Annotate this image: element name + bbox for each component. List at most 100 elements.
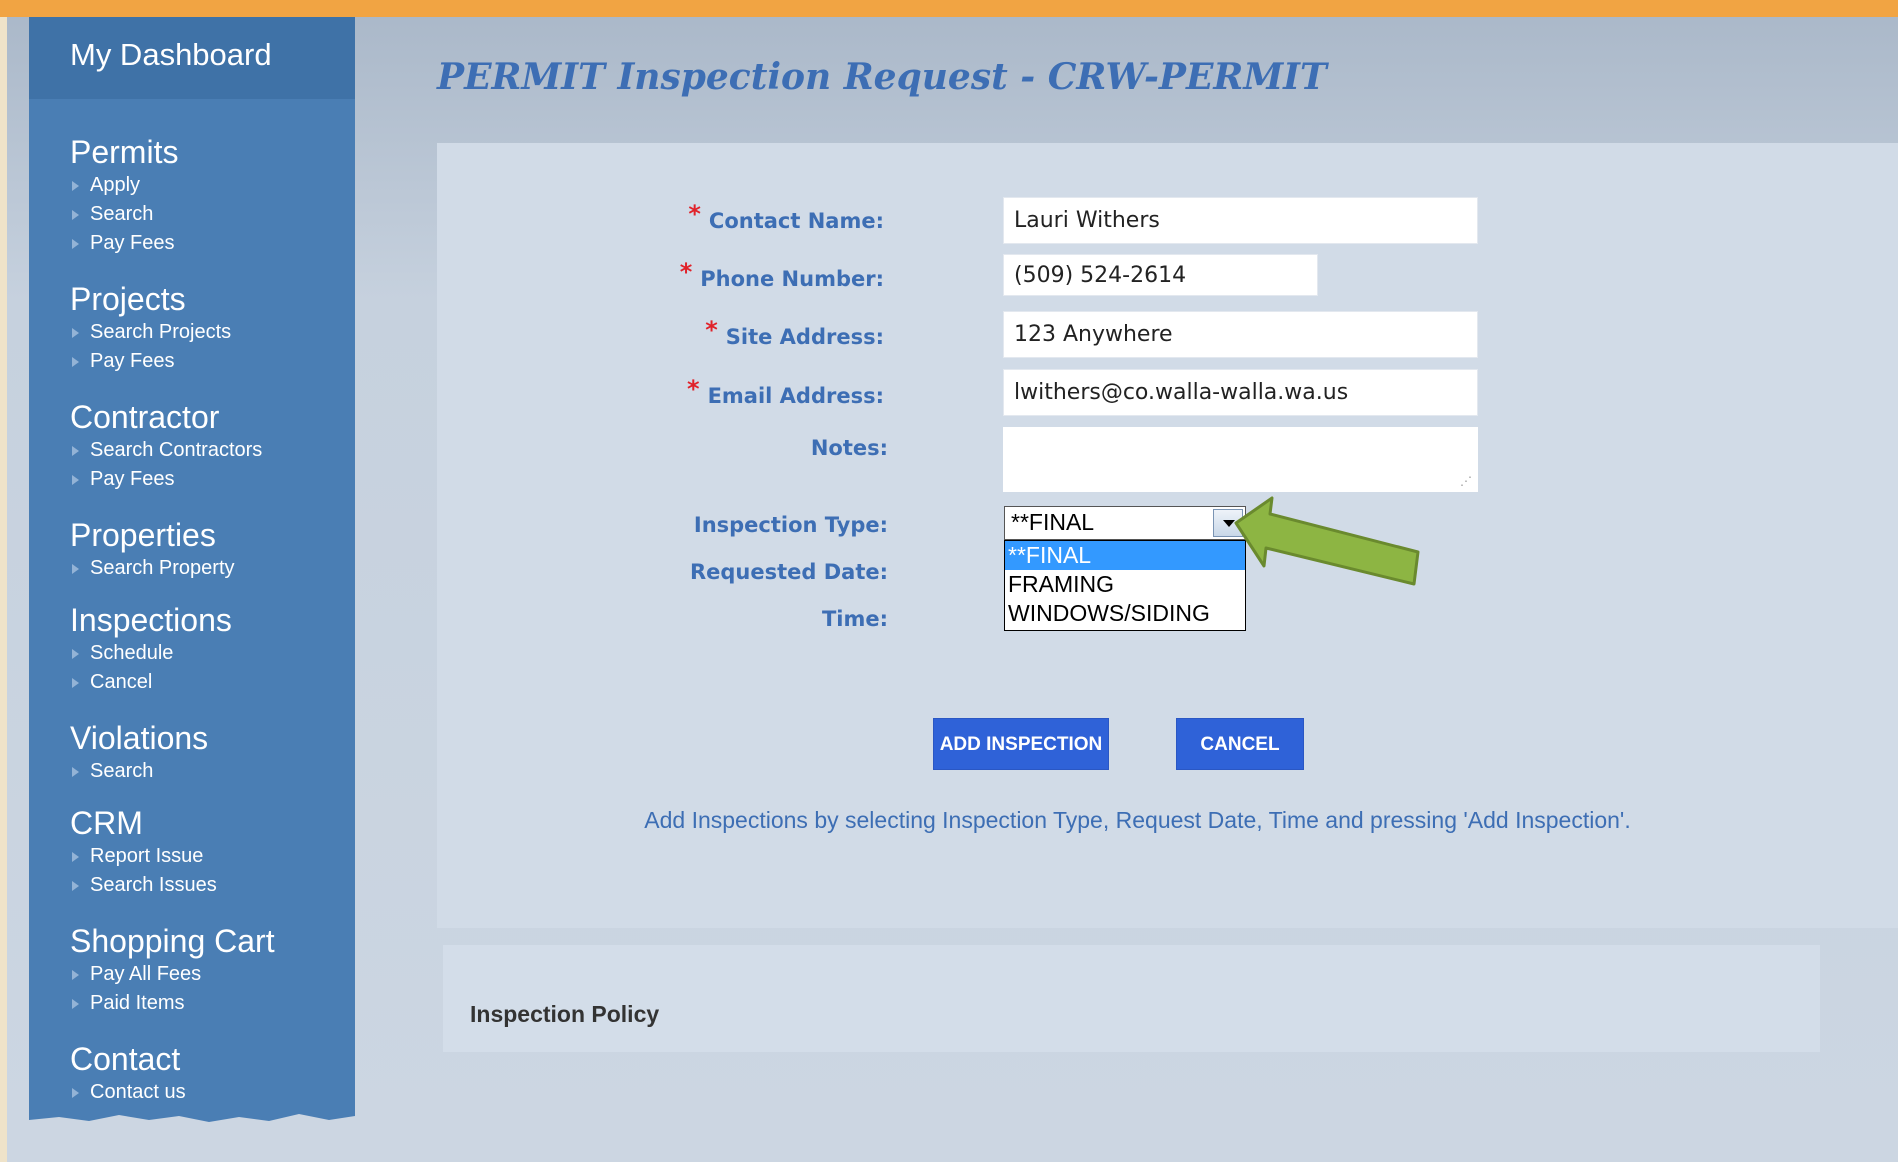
sidebar-section-title[interactable]: Shopping Cart: [70, 922, 355, 960]
sidebar-section-title[interactable]: Properties: [70, 516, 355, 554]
sidebar-item-search[interactable]: Search: [70, 200, 355, 229]
contact-name-field[interactable]: Lauri Withers: [1003, 197, 1478, 244]
bullet-arrow-icon: [72, 649, 79, 659]
phone-number-field[interactable]: (509) 524-2614: [1003, 254, 1318, 296]
bullet-arrow-icon: [72, 970, 79, 980]
sidebar-item-label: Paid Items: [90, 992, 185, 1014]
sidebar-item-label: Search: [90, 760, 154, 782]
bullet-arrow-icon: [72, 446, 79, 456]
sidebar-item-pay-fees[interactable]: Pay Fees: [70, 465, 355, 494]
sidebar-item-search-contractors[interactable]: Search Contractors: [70, 436, 355, 465]
sidebar-item-apply[interactable]: Apply: [70, 171, 355, 200]
bullet-arrow-icon: [72, 475, 79, 485]
notes-label: Notes:: [810, 436, 888, 460]
bullet-arrow-icon: [72, 239, 79, 249]
bullet-arrow-icon: [72, 678, 79, 688]
sidebar-section-title[interactable]: Inspections: [70, 601, 355, 639]
inspection-type-dropdown: **FINAL FRAMING WINDOWS/SIDING: [1004, 540, 1246, 631]
sidebar-section-properties: Properties Search Property: [29, 516, 355, 583]
required-marker: *: [705, 316, 718, 344]
required-marker: *: [687, 375, 700, 403]
bullet-arrow-icon: [72, 210, 79, 220]
sidebar-item-paid-items[interactable]: Paid Items: [70, 989, 355, 1018]
sidebar-item-label: Pay Fees: [90, 468, 175, 490]
time-label: Time:: [821, 607, 888, 631]
bullet-arrow-icon: [72, 1088, 79, 1098]
site-address-label: * Site Address:: [705, 316, 884, 349]
inspection-type-select[interactable]: **FINAL: [1004, 506, 1246, 540]
contact-name-label: * Contact Name:: [688, 200, 884, 233]
dropdown-option-windows-siding[interactable]: WINDOWS/SIDING: [1005, 599, 1245, 628]
sidebar-section-contractor: Contractor Search Contractors Pay Fees: [29, 398, 355, 494]
sidebar-section-title[interactable]: Contractor: [70, 398, 355, 436]
required-marker: *: [688, 200, 701, 228]
page-left-edge: [0, 17, 7, 1162]
sidebar-section-contact: Contact Contact us: [29, 1040, 355, 1107]
sidebar-item-contact-us[interactable]: Contact us: [70, 1078, 355, 1107]
sidebar-section-projects: Projects Search Projects Pay Fees: [29, 280, 355, 376]
requested-date-label: Requested Date:: [689, 560, 888, 584]
bullet-arrow-icon: [72, 767, 79, 777]
sidebar-section-violations: Violations Search: [29, 719, 355, 786]
bullet-arrow-icon: [72, 852, 79, 862]
sidebar-item-pay-fees[interactable]: Pay Fees: [70, 229, 355, 258]
sidebar-section-inspections: Inspections Schedule Cancel: [29, 601, 355, 697]
sidebar-section-title[interactable]: CRM: [70, 804, 355, 842]
sidebar-item-search[interactable]: Search: [70, 757, 355, 786]
sidebar-item-search-projects[interactable]: Search Projects: [70, 318, 355, 347]
site-address-field[interactable]: 123 Anywhere: [1003, 311, 1478, 358]
sidebar-torn-edge: [29, 1108, 355, 1122]
sidebar-section-shopping-cart: Shopping Cart Pay All Fees Paid Items: [29, 922, 355, 1018]
sidebar-section-title[interactable]: Permits: [70, 133, 355, 171]
sidebar: My Dashboard Permits Apply Search Pay Fees P…: [29, 17, 355, 1122]
inspection-policy-title: Inspection Policy: [470, 1001, 660, 1027]
sidebar-item-label: Search Issues: [90, 874, 217, 896]
add-inspection-button[interactable]: ADD INSPECTION: [933, 718, 1109, 770]
sidebar-section-title[interactable]: Violations: [70, 719, 355, 757]
sidebar-item-report-issue[interactable]: Report Issue: [70, 842, 355, 871]
sidebar-item-cancel[interactable]: Cancel: [70, 668, 355, 697]
email-address-label: * Email Address:: [687, 375, 884, 408]
sidebar-item-label: Pay Fees: [90, 232, 175, 254]
dropdown-option-framing[interactable]: FRAMING: [1005, 570, 1245, 599]
sidebar-item-label: Search: [90, 203, 154, 225]
sidebar-nav: Permits Apply Search Pay Fees Projects Search…: [29, 133, 355, 1107]
sidebar-item-label: Apply: [90, 174, 141, 196]
callout-arrow-icon: [1234, 496, 1420, 586]
bullet-arrow-icon: [72, 357, 79, 367]
sidebar-item-label: Pay All Fees: [90, 963, 202, 985]
sidebar-section-title[interactable]: Contact: [70, 1040, 355, 1078]
notes-textarea[interactable]: ⋰: [1003, 427, 1478, 492]
resize-grip-icon[interactable]: ⋰: [1460, 474, 1472, 488]
sidebar-item-label: Pay Fees: [90, 350, 175, 372]
dropdown-option-final[interactable]: **FINAL: [1005, 541, 1245, 570]
sidebar-item-label: Schedule: [90, 642, 174, 664]
sidebar-section-title[interactable]: Projects: [70, 280, 355, 318]
sidebar-item-label: Cancel: [90, 671, 153, 693]
phone-number-label: * Phone Number:: [679, 258, 884, 291]
bullet-arrow-icon: [72, 999, 79, 1009]
instruction-hint: Add Inspections by selecting Inspection …: [644, 807, 1631, 833]
sidebar-item-search-issues[interactable]: Search Issues: [70, 871, 355, 900]
sidebar-item-label: Report Issue: [90, 845, 204, 867]
sidebar-item-pay-all-fees[interactable]: Pay All Fees: [70, 960, 355, 989]
top-accent-stripe: [0, 0, 1898, 17]
bullet-arrow-icon: [72, 181, 79, 191]
cancel-button[interactable]: CANCEL: [1176, 718, 1304, 770]
sidebar-section-crm: CRM Report Issue Search Issues: [29, 804, 355, 900]
inspection-type-value: **FINAL: [1011, 509, 1095, 535]
dashboard-link[interactable]: My Dashboard: [29, 17, 355, 99]
sidebar-item-search-property[interactable]: Search Property: [70, 554, 355, 583]
sidebar-item-label: Search Property: [90, 557, 235, 579]
page-title: PERMIT Inspection Request - CRW-PERMIT: [437, 56, 1327, 98]
inspection-type-label: Inspection Type:: [693, 513, 888, 537]
sidebar-item-schedule[interactable]: Schedule: [70, 639, 355, 668]
sidebar-item-label: Search Projects: [90, 321, 232, 343]
bullet-arrow-icon: [72, 564, 79, 574]
sidebar-section-permits: Permits Apply Search Pay Fees: [29, 133, 355, 258]
sidebar-item-pay-fees[interactable]: Pay Fees: [70, 347, 355, 376]
bullet-arrow-icon: [72, 328, 79, 338]
bullet-arrow-icon: [72, 881, 79, 891]
sidebar-item-label: Search Contractors: [90, 439, 263, 461]
email-address-field[interactable]: lwithers@co.walla-walla.wa.us: [1003, 369, 1478, 416]
